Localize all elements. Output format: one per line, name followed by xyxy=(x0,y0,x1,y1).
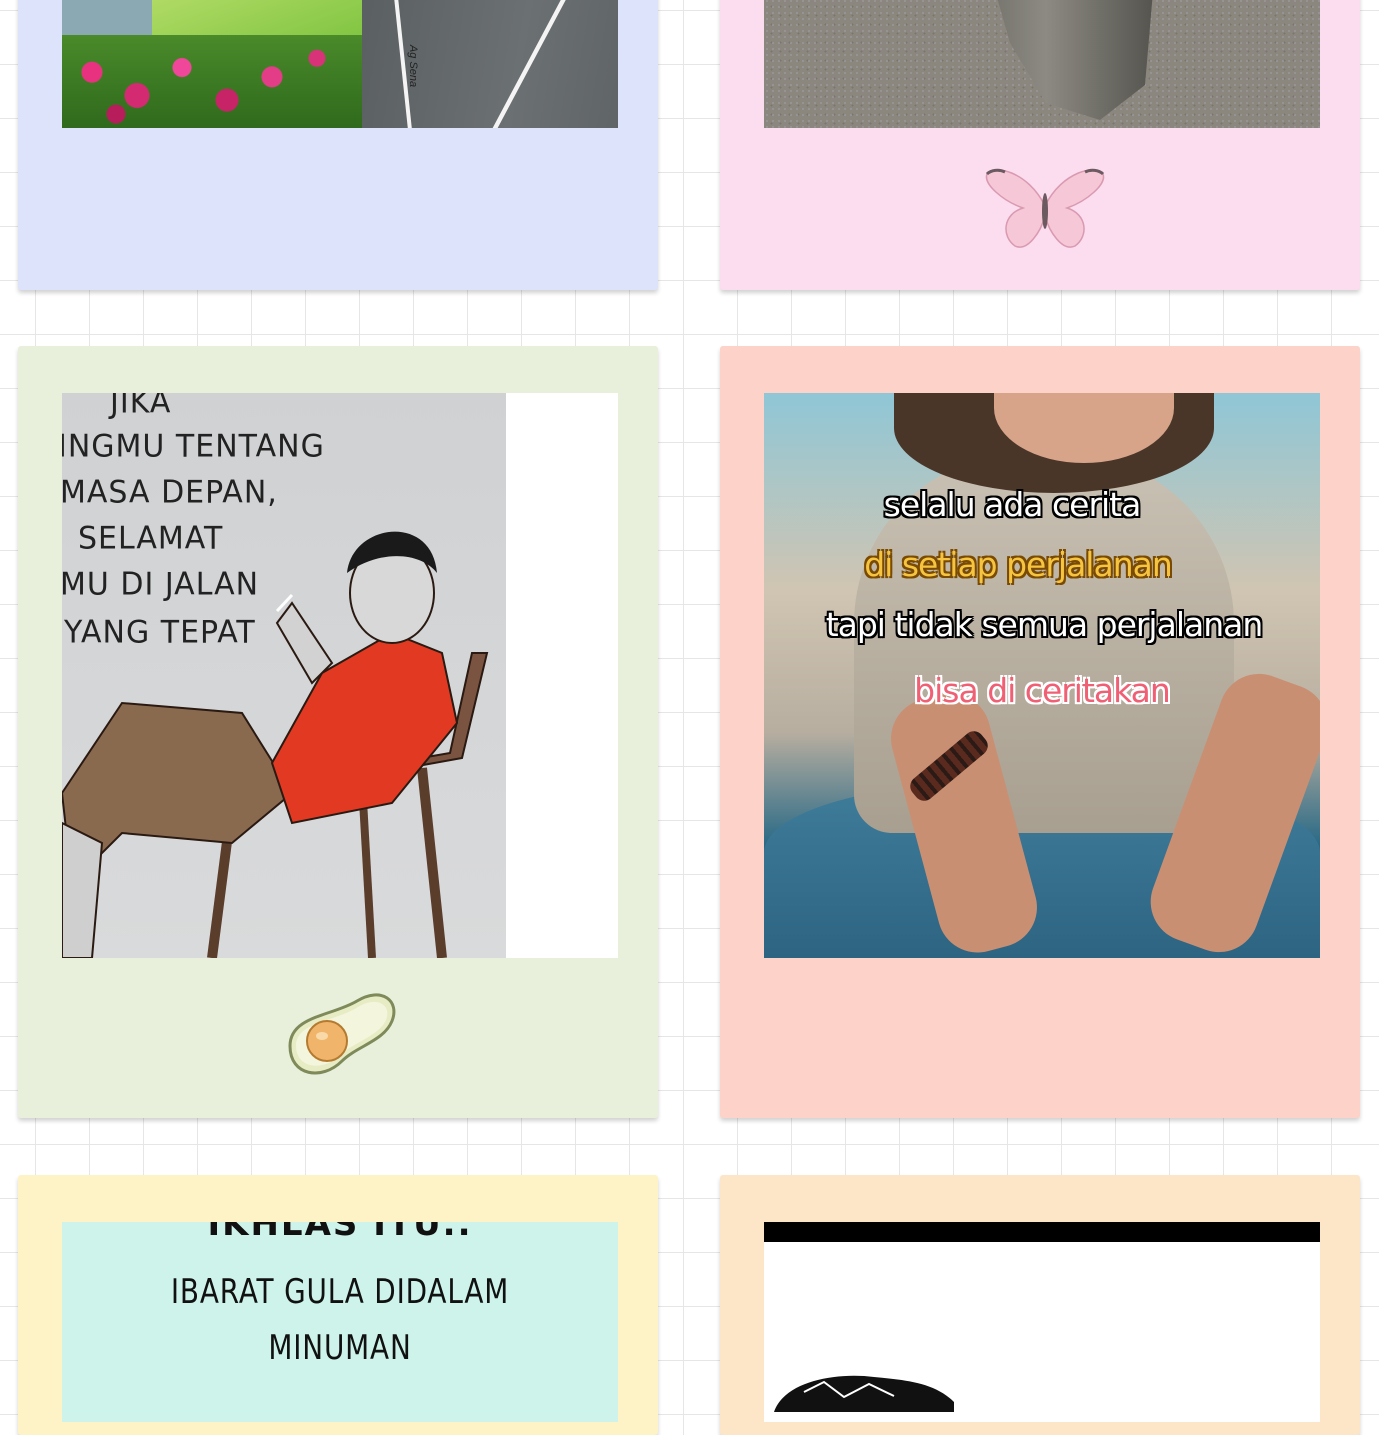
polaroid-card-sugar[interactable]: IKHLAS ITU.. IBARAT GULA DIDALAM MINUMAN xyxy=(18,1175,658,1435)
man-in-chair-illustration xyxy=(62,531,489,958)
illustration-background: JIKA INGMU TENTANG MASA DEPAN, SELAMAT M… xyxy=(62,393,506,958)
caption-line-4: bisa di ceritakan xyxy=(914,671,1171,710)
rock-photo[interactable] xyxy=(764,0,1320,128)
polaroid-card-road[interactable]: Ag Sena xyxy=(18,0,658,290)
rock xyxy=(992,0,1154,120)
traveler-photo[interactable]: selalu ada cerita di setiap perjalanan t… xyxy=(764,393,1320,958)
photo-watermark: Ag Sena xyxy=(407,44,420,88)
polaroid-card-traveler[interactable]: selalu ada cerita di setiap perjalanan t… xyxy=(720,346,1360,1118)
quote-heading: IKHLAS ITU.. xyxy=(207,1222,473,1244)
butterfly-icon xyxy=(985,168,1105,248)
quote-line-2: INGMU TENTANG xyxy=(62,428,325,465)
dark-photo[interactable] xyxy=(764,1222,1320,1422)
quote-line-1: IBARAT GULA DIDALAM xyxy=(170,1272,510,1312)
polaroid-card-dark[interactable] xyxy=(720,1175,1360,1435)
polaroid-card-rock[interactable] xyxy=(720,0,1360,290)
road-photo[interactable]: Ag Sena xyxy=(62,0,618,128)
caption-line-2: di setiap perjalanan xyxy=(864,545,1173,584)
caption-line-3: tapi tidak semua perjalanan xyxy=(825,605,1264,644)
caption-line-1: selalu ada cerita xyxy=(883,485,1142,524)
polaroid-card-illustration[interactable]: JIKA INGMU TENTANG MASA DEPAN, SELAMAT M… xyxy=(18,346,658,1118)
flowers xyxy=(62,35,362,128)
avocado-icon xyxy=(288,993,396,1075)
quote-line-1: JIKA xyxy=(110,393,172,421)
black-bar xyxy=(764,1222,1320,1242)
illustration-photo[interactable]: JIKA INGMU TENTANG MASA DEPAN, SELAMAT M… xyxy=(62,393,618,958)
sugar-quote-photo[interactable]: IKHLAS ITU.. IBARAT GULA DIDALAM MINUMAN xyxy=(62,1222,618,1422)
quote-line-2: MINUMAN xyxy=(268,1328,412,1368)
black-shape xyxy=(774,1375,954,1412)
